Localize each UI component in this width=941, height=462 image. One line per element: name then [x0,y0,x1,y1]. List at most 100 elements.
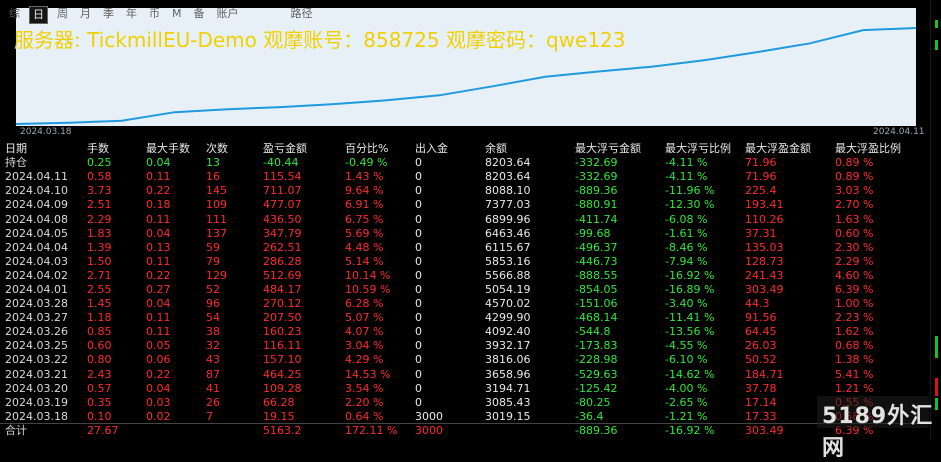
tab-7[interactable]: M [169,6,185,22]
table-cell: 0 [415,297,422,311]
table-cell: 5054.19 [485,282,531,296]
table-cell: 193.41 [745,198,784,212]
tab-2[interactable]: 周 [54,6,71,22]
column-header[interactable]: 次数 [206,142,263,156]
column-header[interactable]: 最大浮盈比例 [835,142,915,156]
table-cell: 135.03 [745,240,784,254]
table-cell: 持仓 [5,156,27,170]
table-cell: 109 [206,198,227,212]
table-cell: 0.13 [146,240,171,254]
column-header[interactable]: 日期 [5,142,87,156]
period-tabs: 综日周月季年币 M 备账户 路径 [0,6,316,24]
column-header[interactable]: 最大浮亏金额 [575,142,665,156]
table-row[interactable]: 2024.03.26 0.85 0.11 38 160.23 4.07 % 0 4092.40… [5,325,915,339]
table-cell: -6.08 % [665,212,708,226]
tab-6[interactable]: 币 [146,6,163,22]
table-cell: 87 [206,367,220,381]
column-header[interactable]: 最大浮亏比例 [665,142,745,156]
table-cell: 5853.16 [485,254,531,268]
table-cell: 0.85 [87,325,112,339]
table-cell: 2024.04.05 [5,226,68,240]
table-cell: -11.41 % [665,311,715,325]
table-row[interactable]: 2024.03.18 0.10 0.02 7 19.15 0.64 % 3000 3019.1… [5,410,915,424]
right-scroll-strip[interactable] [930,0,941,439]
table-row[interactable]: 2024.03.27 1.18 0.11 54 207.50 5.07 % 0 4299.90… [5,311,915,325]
table-cell: 43 [206,353,220,367]
column-header[interactable]: 最大浮盈金额 [745,142,835,156]
table-cell: 2024.03.19 [5,395,68,409]
table-cell: -1.61 % [665,226,708,240]
table-cell: -468.14 [575,311,618,325]
table-row[interactable]: 2024.03.28 1.45 0.04 96 270.12 6.28 % 0 4570.02… [5,297,915,311]
table-cell: 2024.03.27 [5,311,68,325]
tab-5[interactable]: 年 [123,6,140,22]
table-row[interactable]: 2024.04.03 1.50 0.11 79 286.28 5.14 % 0 5853.16… [5,255,915,269]
table-cell: 2024.04.10 [5,184,68,198]
tab-3[interactable]: 月 [77,6,94,22]
table-cell: -7.94 % [665,254,708,268]
table-cell: -173.83 [575,339,618,353]
strip-marker [935,378,938,396]
table-row[interactable]: 2024.03.22 0.80 0.06 43 157.10 4.29 % 0 3816.06… [5,353,915,367]
column-header[interactable]: 百分比% [345,142,415,156]
table-cell: 66.28 [263,395,295,409]
table-row[interactable]: 2024.04.05 1.83 0.04 137 347.79 5.69 % 0 6463.4… [5,227,915,241]
table-cell: 1.45 [87,297,112,311]
table-cell: 512.69 [263,268,302,282]
table-cell: 484.17 [263,282,302,296]
table-cell: -332.69 [575,170,618,184]
table-cell: 0 [415,240,422,254]
table-row[interactable]: 2024.04.09 2.51 0.18 109 477.07 6.91 % 0 7377.0… [5,198,915,212]
table-cell: 0.04 [146,381,171,395]
table-row[interactable]: 2024.04.02 2.71 0.22 129 512.69 10.14 % 0 5566.… [5,269,915,283]
table-cell: 0 [415,339,422,353]
table-row[interactable]: 2024.04.01 2.55 0.27 52 484.17 10.59 % 0 5054.1… [5,283,915,297]
table-cell: 2024.04.08 [5,212,68,226]
table-cell: 4.48 % [345,240,384,254]
table-cell: 3.04 % [345,339,384,353]
account-info-overlay: 服务器: TickmillEU-Demo 观摩账号：858725 观摩密码：qw… [14,28,626,52]
column-header[interactable]: 盈亏金额 [263,142,345,156]
table-cell: 0.27 [146,282,171,296]
table-cell: 3658.96 [485,367,531,381]
column-header[interactable]: 最大手数 [146,142,206,156]
tab-11[interactable]: 路径 [288,6,316,22]
table-cell: 0.11 [146,170,171,184]
table-cell: 1.50 [87,254,112,268]
total-row[interactable]: 合计 27.67 5163.2 172.11 % 3000 -889.36 -16.92 %… [5,424,915,438]
table-cell: 5163.2 [263,423,302,437]
tab-1[interactable]: 日 [29,6,48,24]
table-row[interactable]: 2024.04.11 0.58 0.11 16 115.54 1.43 % 0 8203.64… [5,170,915,184]
table-row[interactable]: 2024.04.04 1.39 0.13 59 262.51 4.48 % 0 6115.67… [5,241,915,255]
table-cell: 2024.04.01 [5,282,68,296]
column-header[interactable]: 余额 [485,142,575,156]
table-cell: 3194.71 [485,381,531,395]
table-cell: 2024.03.22 [5,353,68,367]
table-cell: 79 [206,254,220,268]
table-cell: 207.50 [263,311,302,325]
table-cell: 41 [206,381,220,395]
column-header[interactable]: 手数 [87,142,146,156]
table-cell: 2024.03.20 [5,381,68,395]
tab-8[interactable]: 备 [191,6,208,22]
table-cell: 0.04 [146,297,171,311]
tab-9[interactable]: 账户 [214,6,242,22]
table-row[interactable]: 2024.03.21 2.43 0.22 87 464.25 14.53 % 0 3658.9… [5,368,915,382]
table-row[interactable]: 2024.03.20 0.57 0.04 41 109.28 3.54 % 0 3194.71… [5,382,915,396]
table-cell: 2.55 [87,282,112,296]
table-row[interactable]: 2024.04.08 2.29 0.11 111 436.50 6.75 % 0 6899.9… [5,212,915,226]
tab-4[interactable]: 季 [100,6,117,22]
table-cell: 0 [415,282,422,296]
tab-0[interactable]: 综 [6,6,23,22]
table-row[interactable]: 2024.03.19 0.35 0.03 26 66.28 2.20 % 0 3085.43 -… [5,396,915,410]
table-cell: 0.22 [146,268,171,282]
holding-row[interactable]: 持仓 0.25 0.04 13 -40.44 -0.49 % 0 8203.64 -332.69… [5,156,915,170]
table-cell: 303.49 [745,282,784,296]
table-cell: 2.70 % [835,198,874,212]
table-cell: 2.29 [87,212,112,226]
table-row[interactable]: 2024.04.10 3.73 0.22 145 711.07 9.64 % 0 8088.1… [5,184,915,198]
chart-end-date: 2024.04.11 [873,127,925,137]
tab-10[interactable] [248,6,282,22]
column-header[interactable]: 出入金 [415,142,485,156]
table-row[interactable]: 2024.03.25 0.60 0.05 32 116.11 3.04 % 0 3932.17… [5,339,915,353]
